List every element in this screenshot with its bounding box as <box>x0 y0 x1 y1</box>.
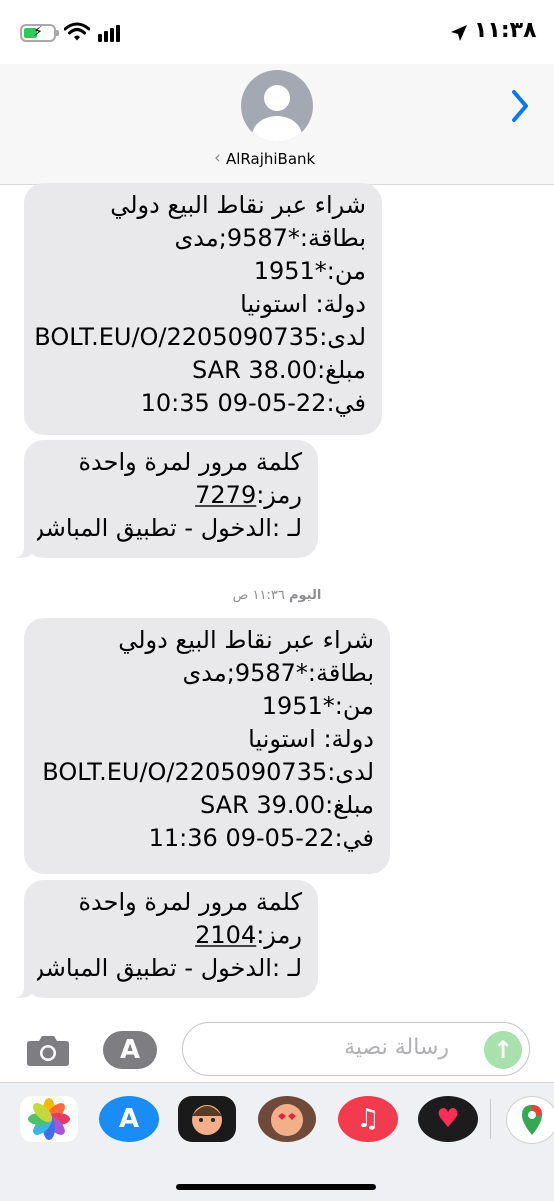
message-line: رمز:2104 <box>195 921 302 949</box>
message-line: من:*1951 <box>253 257 366 285</box>
message-input[interactable]: رسالة نصية <box>182 1022 530 1076</box>
message-line: لـ :الدخول - تطبيق المباشر <box>32 514 302 542</box>
message-line: بطاقة:*9587;مدى <box>174 224 366 252</box>
message-line: كلمة مرور لمرة واحدة <box>78 448 302 476</box>
google-maps-icon[interactable] <box>506 1096 554 1144</box>
digital-touch-icon[interactable]: ♥ <box>418 1096 478 1142</box>
contact-avatar[interactable] <box>241 70 313 142</box>
otp-code[interactable]: 2104 <box>195 921 256 949</box>
message-line: في:22-05-09 10:35 <box>140 389 366 417</box>
message-line: لدى:BOLT.EU/O/2205090735 <box>34 323 366 351</box>
message-bubble[interactable]: شراء عبر نقاط البيع دولي بطاقة:*9587;مدى… <box>24 183 382 435</box>
message-placeholder: رسالة نصية <box>344 1035 449 1060</box>
home-indicator <box>176 1184 376 1190</box>
status-time: ١١:٣٨ <box>474 18 537 43</box>
send-button[interactable]: ↑ <box>484 1031 522 1069</box>
message-line: كلمة مرور لمرة واحدة <box>78 888 302 916</box>
message-line: شراء عبر نقاط البيع دولي <box>118 626 374 654</box>
music-icon[interactable]: ♫ <box>338 1096 398 1142</box>
wifi-icon <box>64 22 90 41</box>
message-line: في:22-05-09 11:36 <box>148 824 374 852</box>
chevron-right-icon[interactable] <box>508 86 534 126</box>
contact-name[interactable]: AlRajhiBank <box>226 150 315 168</box>
memoji-icon[interactable] <box>178 1096 236 1142</box>
camera-icon[interactable] <box>26 1033 70 1067</box>
status-bar: ⚡ ١١:٣٨ <box>0 0 554 64</box>
drawer-separator <box>490 1099 491 1139</box>
message-bubble[interactable]: كلمة مرور لمرة واحدة رمز:7279 لـ :الدخول… <box>14 440 318 558</box>
message-line: دولة: استونيا <box>240 290 366 318</box>
message-bubble[interactable]: كلمة مرور لمرة واحدة رمز:2104 لـ :الدخول… <box>14 880 318 998</box>
message-bubble[interactable]: شراء عبر نقاط البيع دولي بطاقة:*9587;مدى… <box>24 618 390 874</box>
photos-icon[interactable] <box>20 1096 78 1142</box>
message-line: من:*1951 <box>261 692 374 720</box>
memoji-stickers-icon[interactable] <box>258 1096 316 1142</box>
message-line: لدى:BOLT.EU/O/2205090735 <box>42 758 374 786</box>
app-store-button[interactable]: A <box>103 1031 157 1069</box>
app-store-icon: A <box>119 1035 141 1065</box>
message-line: شراء عبر نقاط البيع دولي <box>110 191 366 219</box>
message-line: رمز:7279 <box>195 481 302 509</box>
message-line: بطاقة:*9587;مدى <box>182 659 374 687</box>
location-arrow-icon <box>451 25 467 41</box>
battery-icon: ⚡ <box>20 24 59 42</box>
otp-code[interactable]: 7279 <box>195 481 256 509</box>
message-line: لـ :الدخول - تطبيق المباشر <box>32 954 302 982</box>
message-line: مبلغ:SAR 38.00 <box>191 356 366 384</box>
message-line: دولة: استونيا <box>248 725 374 753</box>
conversation-header: ‹ AlRajhiBank <box>0 64 554 185</box>
arrow-up-icon: ↑ <box>492 1036 514 1064</box>
message-line: مبلغ:SAR 39.00 <box>199 791 374 819</box>
app-store-icon[interactable]: A <box>99 1096 159 1142</box>
cellular-signal-icon <box>98 24 122 42</box>
message-timestamp: اليوم ١١:٣٦ ص <box>232 588 322 603</box>
chevron-left-icon: ‹ <box>214 148 221 168</box>
